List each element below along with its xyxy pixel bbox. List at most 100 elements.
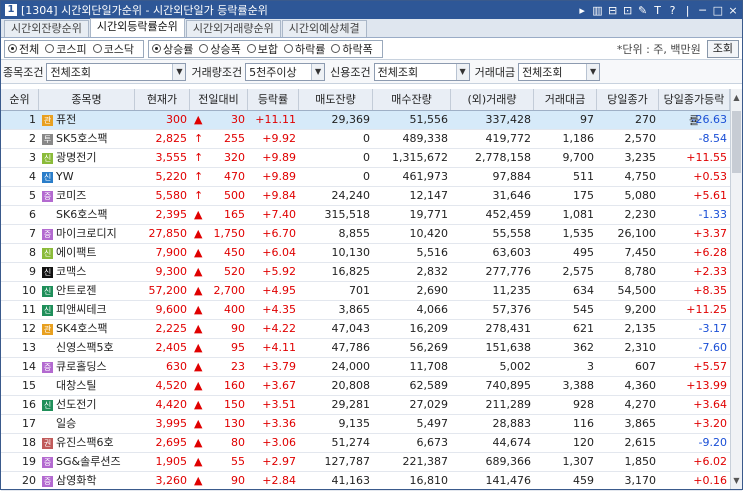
table-row[interactable]: 19 증 SG&솔루션즈 1,905 ▲ 55 +2.97 127,787 221,387 689… (1, 453, 742, 472)
stock-name-cell[interactable]: 신 YW (39, 168, 135, 186)
column-header[interactable]: 순위 (1, 89, 39, 110)
radio-button-icon[interactable] (152, 44, 161, 53)
radio-button-icon[interactable] (45, 44, 55, 53)
volume-condition-select[interactable]: 5천주이상 ▼ (245, 62, 326, 81)
stock-name-cell[interactable]: 관 퓨전 (39, 111, 135, 129)
tab-2[interactable]: 시간외등락률순위 (89, 18, 185, 37)
table-row[interactable]: 9 신 코맥스 9,300 ▲ 520 +5.92 16,825 2,832 277,776 2,5… (1, 263, 742, 282)
stock-name-cell[interactable]: 관 SK4호스팩 (39, 320, 135, 338)
stock-name[interactable]: 광명전기 (56, 149, 96, 167)
table-row[interactable]: 12 관 SK4호스팩 2,225 ▲ 90 +4.22 47,043 16,209 278,43… (1, 320, 742, 339)
table-row[interactable]: 1 관 퓨전 300 ▲ 30 +11.11 29,369 51,556 337,428 97 270… (1, 111, 742, 130)
radio-button-icon[interactable] (8, 44, 17, 53)
stock-name-cell[interactable]: 증 코미즈 (39, 187, 135, 205)
table-row[interactable]: 15 대창스틸 4,520 ▲ 160 +3.67 20,808 62,589 740,895 3… (1, 377, 742, 396)
rank-type-radio-1[interactable]: 상승률 (152, 41, 193, 57)
stock-name-cell[interactable]: 신 에이팩트 (39, 244, 135, 262)
stock-name[interactable]: 유진스팩6호 (56, 434, 114, 452)
rank-type-radio-2[interactable]: 상승폭 (199, 41, 241, 57)
query-button[interactable]: 조회 (706, 39, 739, 58)
stock-name[interactable]: 선도전기 (56, 396, 96, 414)
window-control-icon[interactable]: ▸ (577, 4, 587, 17)
table-row[interactable]: 14 증 큐로홀딩스 630 ▲ 23 +3.79 24,000 11,708 5,002 3 607… (1, 358, 742, 377)
stock-name-cell[interactable]: 신 광명전기 (39, 149, 135, 167)
window-control-icon[interactable]: T (653, 4, 663, 17)
stock-name[interactable]: 코맥스 (56, 263, 86, 281)
table-row[interactable]: 11 신 피앤씨테크 9,600 ▲ 400 +4.35 3,865 4,066 57,376 54… (1, 301, 742, 320)
chevron-down-icon[interactable]: ▼ (311, 63, 325, 80)
table-row[interactable]: 8 신 에이팩트 7,900 ▲ 450 +6.04 10,130 5,516 63,603 495… (1, 244, 742, 263)
stock-name-cell[interactable]: 대창스틸 (39, 377, 135, 395)
column-header[interactable]: 당일종가등락률 (659, 89, 730, 127)
stock-name-cell[interactable]: 신 안트로젠 (39, 282, 135, 300)
table-row[interactable]: 18 권 유진스팩6호 2,695 ▲ 80 +3.06 51,274 6,673 44,674 1… (1, 434, 742, 453)
radio-button-icon[interactable] (92, 44, 102, 53)
table-row[interactable]: 10 신 안트로젠 57,200 ▲ 2,700 +4.95 701 2,690 11,235 63… (1, 282, 742, 301)
column-header[interactable]: 매수잔량 (373, 89, 451, 110)
window-control-icon[interactable]: ▥ (592, 4, 602, 17)
tab-4[interactable]: 시간외예상체결 (281, 20, 367, 37)
table-row[interactable]: 6 SK6호스팩 2,395 ▲ 165 +7.40 315,518 19,771 452,45… (1, 206, 742, 225)
stock-name-cell[interactable]: 신 선도전기 (39, 396, 135, 414)
stock-name-cell[interactable]: 일승 (39, 415, 135, 433)
table-row[interactable]: 20 증 삼영화학 3,260 ▲ 90 +2.84 41,163 16,810 141,476 4… (1, 472, 742, 491)
window-control-icon[interactable]: × (728, 4, 738, 17)
column-header[interactable]: 매도잔량 (299, 89, 373, 110)
stock-name[interactable]: 신영스팩5호 (56, 339, 114, 357)
vertical-scrollbar[interactable]: ▲ ▼ (730, 89, 742, 489)
amount-condition-select[interactable]: 전체조회 ▼ (518, 62, 601, 81)
credit-condition-select[interactable]: 전체조회 ▼ (373, 62, 470, 81)
stock-name-cell[interactable]: 신영스팩5호 (39, 339, 135, 357)
stock-name[interactable]: 마이크로디지 (56, 225, 117, 243)
rank-type-radio-3[interactable]: 보합 (246, 41, 278, 57)
stock-name[interactable]: 에이팩트 (56, 244, 96, 262)
stock-name[interactable]: SK4호스팩 (56, 320, 108, 338)
window-control-icon[interactable]: | (683, 4, 693, 17)
chevron-down-icon[interactable]: ▼ (455, 63, 469, 80)
stock-name[interactable]: SK6호스팩 (56, 206, 108, 224)
stock-name-cell[interactable]: 증 큐로홀딩스 (39, 358, 135, 376)
rank-type-radio-5[interactable]: 하락폭 (331, 41, 373, 57)
stock-name[interactable]: SK5호스팩 (56, 130, 108, 148)
column-header[interactable]: 종목명 (39, 89, 135, 110)
tab-3[interactable]: 시간외거래량순위 (185, 20, 281, 37)
stock-name-cell[interactable]: 증 SG&솔루션즈 (39, 453, 135, 471)
chevron-down-icon[interactable]: ▼ (586, 63, 600, 80)
stock-name[interactable]: YW (56, 168, 74, 186)
column-header[interactable]: 당일종가 (597, 89, 659, 110)
tab-1[interactable]: 시간외잔량순위 (4, 20, 89, 37)
radio-button-icon[interactable] (199, 44, 209, 53)
rank-type-radio-4[interactable]: 하락률 (284, 41, 325, 57)
chevron-down-icon[interactable]: ▼ (172, 63, 186, 80)
stock-name[interactable]: 안트로젠 (56, 282, 96, 300)
window-control-icon[interactable]: ─ (698, 4, 708, 17)
table-row[interactable]: 4 신 YW 5,220 ↑ 470 +9.89 0 461,973 97,884 511 4,750… (1, 168, 742, 187)
stock-name-cell[interactable]: SK6호스팩 (39, 206, 135, 224)
stock-name[interactable]: 퓨전 (56, 111, 76, 129)
window-control-icon[interactable]: ? (668, 4, 678, 17)
scroll-up-icon[interactable]: ▲ (731, 93, 742, 104)
radio-button-icon[interactable] (246, 44, 256, 53)
market-radio-2[interactable]: 코스피 (45, 41, 87, 57)
radio-button-icon[interactable] (331, 44, 341, 53)
table-row[interactable]: 2 투 SK5호스팩 2,825 ↑ 255 +9.92 0 489,338 419,772 1,1… (1, 130, 742, 149)
scroll-down-icon[interactable]: ▼ (731, 476, 742, 487)
stock-name-cell[interactable]: 신 피앤씨테크 (39, 301, 135, 319)
stock-name-cell[interactable]: 권 유진스팩6호 (39, 434, 135, 452)
stock-name-cell[interactable]: 투 SK5호스팩 (39, 130, 135, 148)
scroll-thumb[interactable] (732, 111, 741, 173)
table-row[interactable]: 5 증 코미즈 5,580 ↑ 500 +9.84 24,240 12,147 31,646 175… (1, 187, 742, 206)
table-row[interactable]: 3 신 광명전기 3,555 ↑ 320 +9.89 0 1,315,672 2,778,158 9… (1, 149, 742, 168)
stock-name[interactable]: 대창스틸 (56, 377, 96, 395)
stock-name[interactable]: SG&솔루션즈 (56, 453, 121, 471)
column-header[interactable]: 전일대비 (190, 89, 248, 110)
stock-name[interactable]: 큐로홀딩스 (56, 358, 107, 376)
stock-name[interactable]: 일승 (56, 415, 76, 433)
column-header[interactable]: (외)거래량 (451, 89, 534, 110)
window-control-icon[interactable]: ⊡ (623, 4, 633, 17)
radio-button-icon[interactable] (284, 44, 293, 53)
market-radio-3[interactable]: 코스닥 (92, 41, 134, 57)
stock-name-cell[interactable]: 증 삼영화학 (39, 472, 135, 490)
table-row[interactable]: 7 증 마이크로디지 27,850 ▲ 1,750 +6.70 8,855 10,420 55,5… (1, 225, 742, 244)
stock-name-cell[interactable]: 신 코맥스 (39, 263, 135, 281)
